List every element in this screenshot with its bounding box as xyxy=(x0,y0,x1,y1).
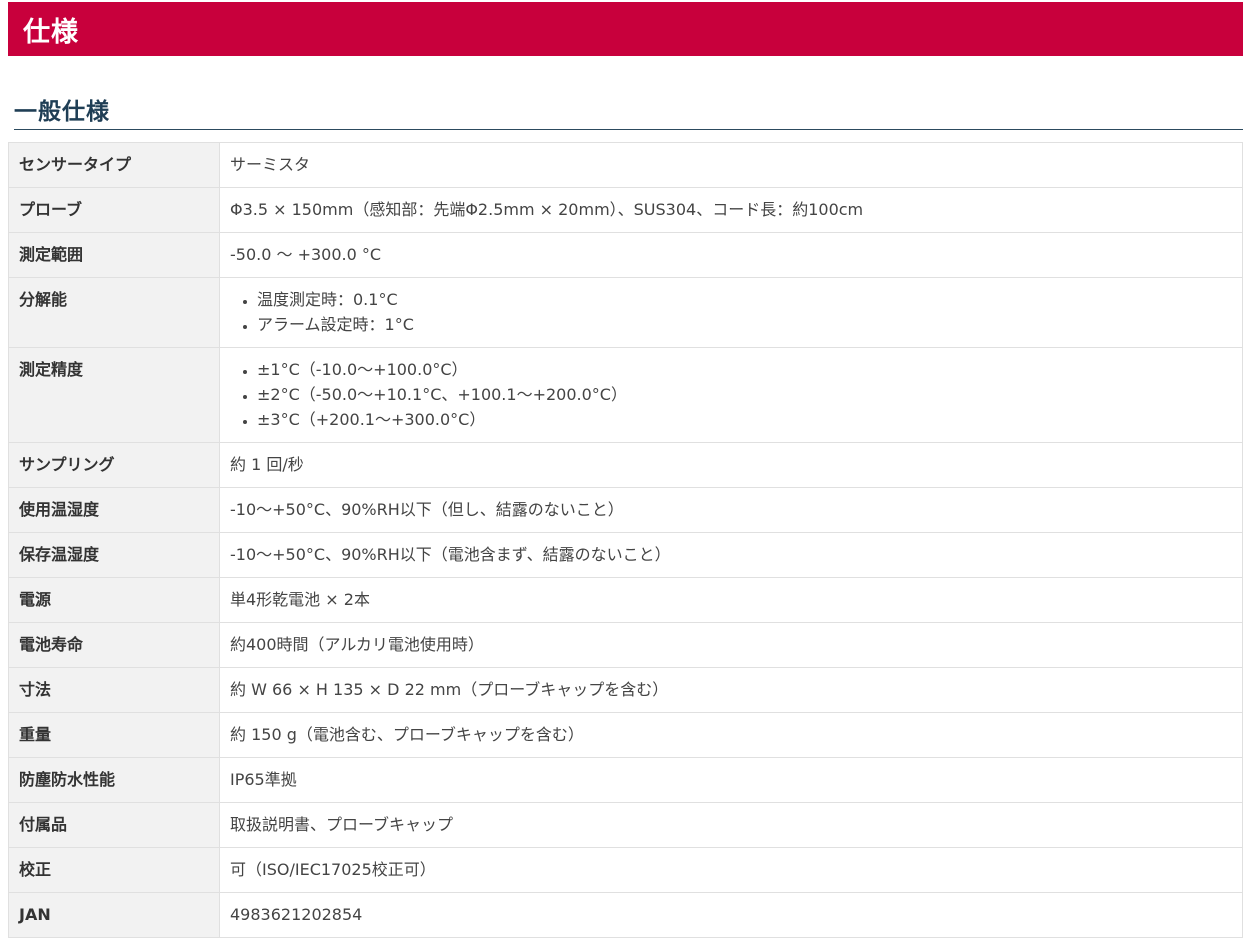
table-row: 電池寿命 約400時間（アルカリ電池使用時） xyxy=(8,622,1243,668)
spec-label: センサータイプ xyxy=(8,142,220,188)
section-heading: 一般仕様 xyxy=(14,90,1243,130)
spec-label: 分解能 xyxy=(8,277,220,348)
spec-value: サーミスタ xyxy=(219,142,1243,188)
spec-value: 可（ISO/IEC17025校正可） xyxy=(219,847,1243,893)
table-row: 電源 単4形乾電池 × 2本 xyxy=(8,577,1243,623)
table-row: 校正 可（ISO/IEC17025校正可） xyxy=(8,847,1243,893)
spec-value: 約 1 回/秒 xyxy=(219,442,1243,488)
spec-value: -10〜+50°C、90%RH以下（但し、結露のないこと） xyxy=(219,487,1243,533)
list-item: ±2°C（-50.0〜+10.1°C、+100.1〜+200.0°C） xyxy=(257,382,1232,407)
spec-value: 4983621202854 xyxy=(219,892,1243,938)
page-banner: 仕様 xyxy=(8,2,1243,56)
spec-label: 使用温湿度 xyxy=(8,487,220,533)
spec-value: Φ3.5 × 150mm（感知部：先端Φ2.5mm × 20mm）、SUS304… xyxy=(219,187,1243,233)
table-row: 測定範囲 -50.0 〜 +300.0 °C xyxy=(8,232,1243,278)
table-row: 寸法 約 W 66 × H 135 × D 22 mm（プローブキャップを含む） xyxy=(8,667,1243,713)
list-item: ±3°C（+200.1〜+300.0°C） xyxy=(257,407,1232,432)
table-row: 防塵防水性能 IP65準拠 xyxy=(8,757,1243,803)
spec-table: センサータイプ サーミスタ プローブ Φ3.5 × 150mm（感知部：先端Φ2… xyxy=(8,142,1243,938)
table-row: JAN 4983621202854 xyxy=(8,892,1243,938)
spec-label: 防塵防水性能 xyxy=(8,757,220,803)
spec-label: 付属品 xyxy=(8,802,220,848)
spec-value: IP65準拠 xyxy=(219,757,1243,803)
spec-value: -10〜+50°C、90%RH以下（電池含まず、結露のないこと） xyxy=(219,532,1243,578)
table-row: 使用温湿度 -10〜+50°C、90%RH以下（但し、結露のないこと） xyxy=(8,487,1243,533)
spec-label: 電源 xyxy=(8,577,220,623)
spec-value: 取扱説明書、プローブキャップ xyxy=(219,802,1243,848)
table-row: 保存温湿度 -10〜+50°C、90%RH以下（電池含まず、結露のないこと） xyxy=(8,532,1243,578)
spec-label: 保存温湿度 xyxy=(8,532,220,578)
spec-label: 測定範囲 xyxy=(8,232,220,278)
spec-value: ±1°C（-10.0〜+100.0°C） ±2°C（-50.0〜+10.1°C、… xyxy=(219,347,1243,443)
table-row: サンプリング 約 1 回/秒 xyxy=(8,442,1243,488)
section-title: 一般仕様 xyxy=(14,99,110,125)
spec-value: 約 W 66 × H 135 × D 22 mm（プローブキャップを含む） xyxy=(219,667,1243,713)
list-item: 温度測定時：0.1°C xyxy=(257,287,1232,312)
table-row: センサータイプ サーミスタ xyxy=(8,142,1243,188)
list-item: ±1°C（-10.0〜+100.0°C） xyxy=(257,357,1232,382)
spec-label: プローブ xyxy=(8,187,220,233)
spec-value-list: 温度測定時：0.1°C アラーム設定時：1°C xyxy=(230,287,1232,337)
spec-value: -50.0 〜 +300.0 °C xyxy=(219,232,1243,278)
spec-label: サンプリング xyxy=(8,442,220,488)
table-row: 重量 約 150 g（電池含む、プローブキャップを含む） xyxy=(8,712,1243,758)
table-row: 測定精度 ±1°C（-10.0〜+100.0°C） ±2°C（-50.0〜+10… xyxy=(8,347,1243,443)
spec-value: 温度測定時：0.1°C アラーム設定時：1°C xyxy=(219,277,1243,348)
spec-value-list: ±1°C（-10.0〜+100.0°C） ±2°C（-50.0〜+10.1°C、… xyxy=(230,357,1232,432)
spec-label: 校正 xyxy=(8,847,220,893)
table-row: 付属品 取扱説明書、プローブキャップ xyxy=(8,802,1243,848)
table-row: プローブ Φ3.5 × 150mm（感知部：先端Φ2.5mm × 20mm）、S… xyxy=(8,187,1243,233)
spec-label: 寸法 xyxy=(8,667,220,713)
table-row: 分解能 温度測定時：0.1°C アラーム設定時：1°C xyxy=(8,277,1243,348)
list-item: アラーム設定時：1°C xyxy=(257,312,1232,337)
spec-value: 単4形乾電池 × 2本 xyxy=(219,577,1243,623)
spec-label: JAN xyxy=(8,892,220,938)
spec-value: 約400時間（アルカリ電池使用時） xyxy=(219,622,1243,668)
spec-label: 重量 xyxy=(8,712,220,758)
spec-label: 測定精度 xyxy=(8,347,220,443)
spec-value: 約 150 g（電池含む、プローブキャップを含む） xyxy=(219,712,1243,758)
page-title: 仕様 xyxy=(23,16,79,48)
spec-label: 電池寿命 xyxy=(8,622,220,668)
